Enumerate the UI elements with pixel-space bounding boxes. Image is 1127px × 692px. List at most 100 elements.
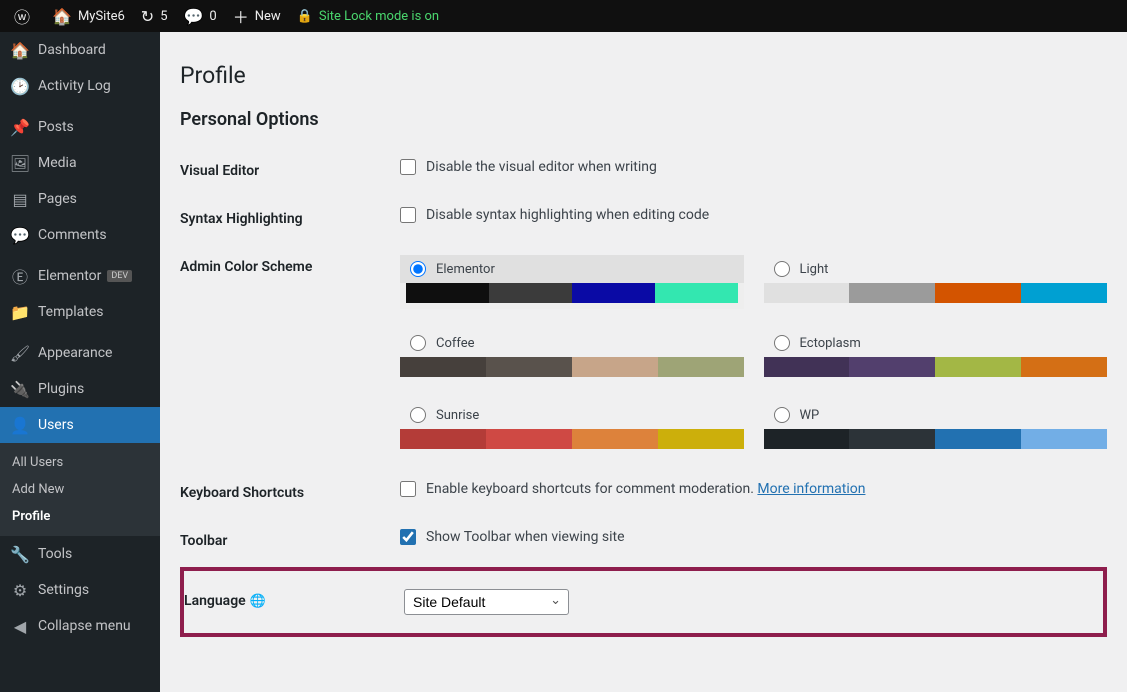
color-scheme-radio[interactable] (410, 407, 426, 423)
sidebar-item-label: Pages (38, 191, 77, 207)
site-lock-link[interactable]: 🔒Site Lock mode is on (289, 0, 447, 32)
color-scheme-option[interactable]: WP (764, 401, 1108, 453)
sidebar-item-label: Tools (38, 546, 72, 562)
sidebar-item-comments[interactable]: 💬 Comments (0, 217, 160, 253)
keyboard-checkbox[interactable] (400, 481, 416, 497)
color-scheme-option[interactable]: Light (764, 255, 1108, 309)
color-scheme-name: Elementor (436, 262, 495, 277)
color-scheme-name: Sunrise (436, 408, 479, 423)
sidebar-item-appearance[interactable]: 🖌Appearance (0, 335, 160, 371)
visual-editor-checkbox[interactable] (400, 159, 416, 175)
sidebar-item-label: Comments (38, 227, 107, 243)
elementor-icon: Ⓔ (10, 266, 30, 286)
color-swatch (764, 429, 850, 449)
color-scheme-name: Ectoplasm (800, 336, 861, 351)
color-scheme-name: Light (800, 262, 829, 277)
color-swatches (406, 283, 738, 303)
color-swatch (572, 283, 655, 303)
color-scheme-option[interactable]: Ectoplasm (764, 329, 1108, 381)
translate-icon: 🌐 (250, 594, 266, 609)
color-swatch (849, 283, 935, 303)
language-select[interactable]: Site Default (404, 589, 569, 615)
color-swatches (764, 283, 1108, 303)
new-link[interactable]: ＋New (225, 0, 289, 32)
sidebar-item-label: Plugins (38, 381, 84, 397)
color-scheme-name: Coffee (436, 336, 475, 351)
sidebar-item-elementor[interactable]: Ⓔ Elementor DEV (0, 258, 160, 294)
clock-icon: 🕑 (10, 76, 30, 96)
sidebar-item-label: Appearance (38, 345, 112, 361)
sidebar-item-label: Settings (38, 582, 89, 598)
color-schemes-grid: Elementor Light Coffee Ectoplasm Sunrise WP (400, 255, 1107, 453)
color-scheme-radio[interactable] (410, 335, 426, 351)
sidebar-item-settings[interactable]: ⚙Settings (0, 572, 160, 608)
sidebar-submenu-users: All Users Add New Profile (0, 443, 160, 536)
sidebar-item-posts[interactable]: 📌Posts (0, 109, 160, 145)
color-swatch (489, 283, 572, 303)
comments-count: 0 (209, 9, 216, 24)
color-swatch (572, 429, 658, 449)
color-swatch (486, 357, 572, 377)
plug-icon: 🔌 (10, 379, 30, 399)
sidebar-item-label: Elementor (38, 268, 101, 284)
site-name: MySite6 (78, 9, 125, 24)
color-scheme-option[interactable]: Sunrise (400, 401, 744, 453)
sidebar-item-activity-log[interactable]: 🕑Activity Log (0, 68, 160, 104)
sidebar-item-pages[interactable]: ▤Pages (0, 181, 160, 217)
color-scheme-radio[interactable] (774, 261, 790, 277)
color-swatch (849, 357, 935, 377)
main-content: Profile Personal Options Visual Editor D… (160, 32, 1127, 692)
syntax-checkbox[interactable] (400, 207, 416, 223)
collapse-icon: ◀ (10, 616, 30, 636)
color-scheme-radio[interactable] (774, 335, 790, 351)
user-icon: 👤 (10, 415, 30, 435)
color-swatch (400, 357, 486, 377)
updates-count: 5 (160, 9, 167, 24)
color-scheme-option[interactable]: Elementor (400, 255, 744, 309)
color-swatch (935, 283, 1021, 303)
folder-icon: 📁 (10, 302, 30, 322)
visual-editor-checkbox-label: Disable the visual editor when writing (426, 159, 657, 175)
sidebar-subitem-all-users[interactable]: All Users (0, 449, 160, 476)
color-swatch (764, 283, 850, 303)
toolbar-checkbox[interactable] (400, 529, 416, 545)
row-color-scheme: Admin Color Scheme ElementorLightCoffeeE… (180, 241, 1107, 467)
color-scheme-name: WP (800, 408, 820, 423)
comment-icon: 💬 (184, 7, 204, 26)
color-swatch (1021, 429, 1107, 449)
sidebar-subitem-profile[interactable]: Profile (0, 503, 160, 530)
sidebar-item-tools[interactable]: 🔧Tools (0, 536, 160, 572)
color-scheme-option[interactable]: Coffee (400, 329, 744, 381)
site-lock-label: Site Lock mode is on (319, 9, 439, 24)
color-swatches (400, 429, 744, 449)
sidebar-item-label: Collapse menu (38, 618, 131, 634)
sidebar-item-users[interactable]: 👤Users (0, 407, 160, 443)
sidebar-item-templates[interactable]: 📁Templates (0, 294, 160, 330)
more-information-link[interactable]: More information (757, 481, 865, 497)
color-swatches (764, 357, 1108, 377)
color-scheme-radio[interactable] (774, 407, 790, 423)
gauge-icon: 🏠 (10, 40, 30, 60)
updates-link[interactable]: ↻5 (133, 0, 176, 32)
sidebar-collapse[interactable]: ◀ Collapse menu (0, 608, 160, 644)
color-scheme-label: Admin Color Scheme (180, 255, 400, 275)
row-syntax-highlighting: Syntax Highlighting Disable syntax highl… (180, 193, 1107, 241)
wp-logo[interactable]: ⓦ (6, 0, 44, 32)
section-personal-options: Personal Options (180, 109, 1107, 130)
new-label: New (255, 9, 281, 24)
color-scheme-radio[interactable] (410, 261, 426, 277)
comments-link[interactable]: 💬0 (176, 0, 225, 32)
sidebar-item-dashboard[interactable]: 🏠Dashboard (0, 32, 160, 68)
media-icon: 🖼 (10, 153, 30, 173)
admin-bar: ⓦ 🏠MySite6 ↻5 💬0 ＋New 🔒Site Lock mode is… (0, 0, 1127, 32)
sidebar-subitem-add-new[interactable]: Add New (0, 476, 160, 503)
sidebar-item-plugins[interactable]: 🔌 Plugins (0, 371, 160, 407)
comment-icon: 💬 (10, 225, 30, 245)
site-name-link[interactable]: 🏠MySite6 (44, 0, 133, 32)
syntax-label: Syntax Highlighting (180, 207, 400, 227)
color-swatch (935, 429, 1021, 449)
pin-icon: 📌 (10, 117, 30, 137)
dev-badge: DEV (107, 270, 132, 282)
color-swatch (486, 429, 572, 449)
sidebar-item-media[interactable]: 🖼Media (0, 145, 160, 181)
